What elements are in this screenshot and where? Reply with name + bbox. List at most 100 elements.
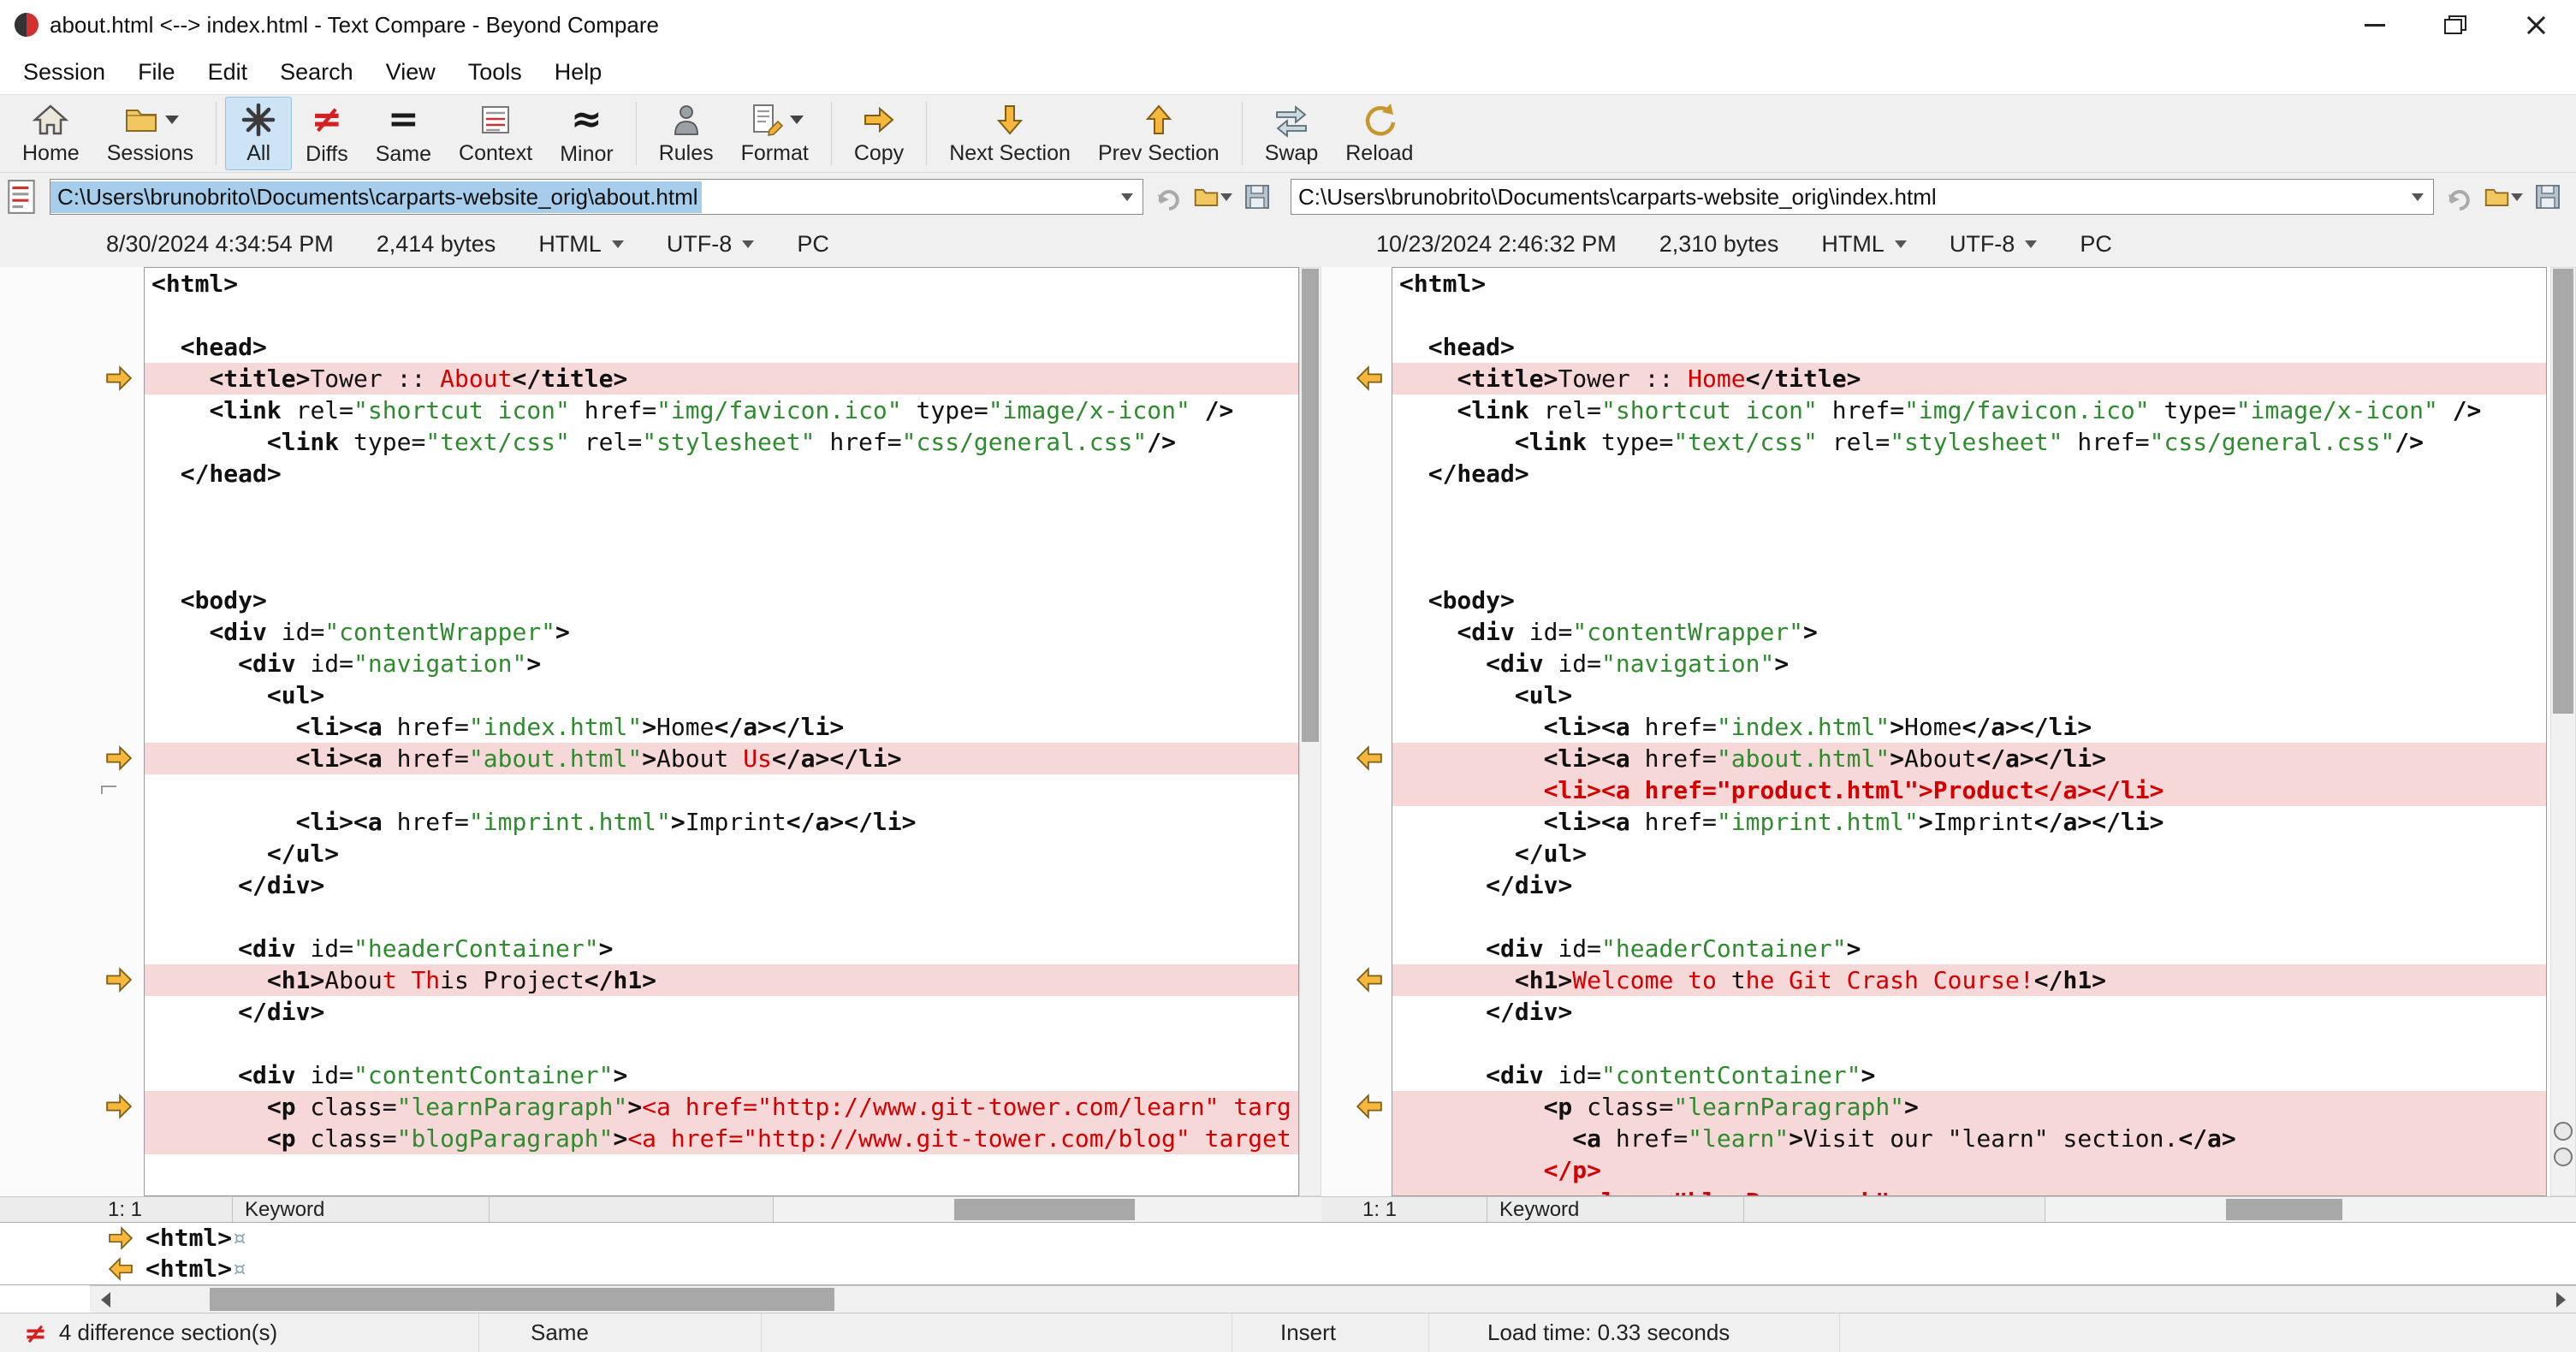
scroll-align-icon[interactable] bbox=[2554, 1147, 2573, 1166]
right-gutter-row-4[interactable] bbox=[1347, 362, 1392, 394]
left-gutter-row-23[interactable] bbox=[94, 964, 144, 995]
left-gutter-row-16[interactable] bbox=[94, 742, 144, 774]
right-code-line-30[interactable]: <p class="blogParagraph"> bbox=[1392, 1186, 2546, 1195]
left-save-icon[interactable] bbox=[1238, 177, 1277, 216]
left-revert-icon[interactable] bbox=[1149, 177, 1188, 216]
left-code-line-6[interactable]: <link type="text/css" rel="stylesheet" h… bbox=[145, 426, 1298, 458]
toolbar-swap[interactable]: Swap bbox=[1251, 97, 1333, 170]
menu-tools[interactable]: Tools bbox=[452, 50, 538, 94]
scroll-left-button[interactable] bbox=[90, 1286, 121, 1313]
right-code-line-13[interactable]: <div id="navigation"> bbox=[1392, 648, 2546, 679]
toolbar-next-section[interactable]: Next Section bbox=[935, 97, 1084, 170]
left-code-line-14[interactable]: <ul> bbox=[145, 679, 1298, 711]
right-vscrollbar[interactable] bbox=[2550, 267, 2576, 1196]
left-code-line-3[interactable]: <head> bbox=[145, 331, 1298, 363]
right-path-dropdown-icon[interactable] bbox=[2402, 180, 2433, 214]
right-code-line-27[interactable]: <p class="learnParagraph"> bbox=[1392, 1091, 2546, 1123]
right-vscroll-thumb[interactable] bbox=[2553, 269, 2573, 715]
left-code-line-13[interactable]: <div id="navigation"> bbox=[145, 648, 1298, 679]
right-code-line-20[interactable]: </div> bbox=[1392, 869, 2546, 901]
left-code-line-24[interactable]: </div> bbox=[145, 996, 1298, 1028]
menu-search[interactable]: Search bbox=[264, 50, 370, 94]
left-code-line-26[interactable]: <div id="contentContainer"> bbox=[145, 1059, 1298, 1091]
left-code-line-17[interactable] bbox=[145, 774, 1298, 806]
right-code-line-2[interactable] bbox=[1392, 299, 2546, 331]
right-code-line-14[interactable]: <ul> bbox=[1392, 679, 2546, 711]
left-format-select[interactable]: HTML bbox=[538, 231, 624, 258]
left-vscrollbar[interactable] bbox=[1299, 267, 1321, 1196]
right-code-line-16[interactable]: <li><a href="about.html">About</a></li> bbox=[1392, 743, 2546, 774]
left-hscroll-thumb[interactable] bbox=[954, 1199, 1136, 1220]
left-code-line-12[interactable]: <div id="contentWrapper"> bbox=[145, 616, 1298, 648]
right-code-line-23[interactable]: <h1>Welcome to the Git Crash Course!</h1… bbox=[1392, 964, 2546, 996]
toolbar-diffs[interactable]: ≠ Diffs bbox=[292, 97, 362, 170]
menu-file[interactable]: File bbox=[122, 50, 192, 94]
left-code-line-9[interactable] bbox=[145, 521, 1298, 553]
toolbar-format[interactable]: Format bbox=[727, 97, 822, 170]
menu-session[interactable]: Session bbox=[7, 50, 122, 94]
left-code-line-18[interactable]: <li><a href="imprint.html">Imprint</a></… bbox=[145, 806, 1298, 838]
right-code-line-17[interactable]: <li><a href="product.html">Product</a></… bbox=[1392, 774, 2546, 806]
left-gutter-row-27[interactable] bbox=[94, 1090, 144, 1122]
left-hscrollbar[interactable] bbox=[774, 1197, 1321, 1222]
toolbar-prev-section[interactable]: Prev Section bbox=[1084, 97, 1233, 170]
right-gutter-row-16[interactable] bbox=[1347, 742, 1392, 774]
right-code-line-10[interactable] bbox=[1392, 553, 2546, 584]
right-code-line-15[interactable]: <li><a href="index.html">Home</a></li> bbox=[1392, 711, 2546, 743]
left-code-line-2[interactable] bbox=[145, 299, 1298, 331]
right-code-line-12[interactable]: <div id="contentWrapper"> bbox=[1392, 616, 2546, 648]
right-save-icon[interactable] bbox=[2528, 177, 2567, 216]
left-code-line-28[interactable]: <p class="blogParagraph"><a href="http:/… bbox=[145, 1123, 1298, 1154]
right-code-line-7[interactable]: </head> bbox=[1392, 458, 2546, 489]
right-code-line-5[interactable]: <link rel="shortcut icon" href="img/favi… bbox=[1392, 394, 2546, 426]
right-code-line-25[interactable] bbox=[1392, 1028, 2546, 1059]
toolbar-home[interactable]: Home bbox=[9, 97, 93, 170]
bottom-hscroll-thumb[interactable] bbox=[210, 1288, 834, 1311]
restore-button[interactable] bbox=[2415, 0, 2496, 50]
right-code-line-6[interactable]: <link type="text/css" rel="stylesheet" h… bbox=[1392, 426, 2546, 458]
left-code-line-15[interactable]: <li><a href="index.html">Home</a></li> bbox=[145, 711, 1298, 743]
left-code-line-4[interactable]: <title>Tower :: About</title> bbox=[145, 363, 1298, 394]
right-code[interactable]: <html> <head> <title>Tower :: Home</titl… bbox=[1392, 267, 2547, 1196]
toolbar-copy[interactable]: Copy bbox=[840, 97, 917, 170]
left-code-line-19[interactable]: </ul> bbox=[145, 838, 1298, 869]
left-code-line-10[interactable] bbox=[145, 553, 1298, 584]
toolbar-reload[interactable]: Reload bbox=[1332, 97, 1427, 170]
right-code-line-19[interactable]: </ul> bbox=[1392, 838, 2546, 869]
right-gutter-row-27[interactable] bbox=[1347, 1090, 1392, 1122]
right-code-line-28[interactable]: <a href="learn">Visit our "learn" sectio… bbox=[1392, 1123, 2546, 1154]
left-code-line-27[interactable]: <p class="learnParagraph"><a href="http:… bbox=[145, 1091, 1298, 1123]
right-code-line-1[interactable]: <html> bbox=[1392, 268, 2546, 299]
right-hscrollbar[interactable] bbox=[2045, 1197, 2576, 1222]
left-code-line-8[interactable] bbox=[145, 489, 1298, 521]
scroll-right-button[interactable] bbox=[2545, 1286, 2576, 1313]
right-code-line-26[interactable]: <div id="contentContainer"> bbox=[1392, 1059, 2546, 1091]
bottom-hscrollbar[interactable] bbox=[90, 1285, 2576, 1313]
right-encoding-select[interactable]: UTF-8 bbox=[1950, 231, 2038, 258]
dropdown-caret-icon[interactable] bbox=[789, 116, 804, 124]
toolbar-sessions[interactable]: Sessions bbox=[93, 97, 207, 170]
left-code-line-23[interactable]: <h1>About This Project</h1> bbox=[145, 964, 1298, 996]
left-code-line-11[interactable]: <body> bbox=[145, 584, 1298, 616]
left-gutter-row-4[interactable] bbox=[94, 362, 144, 394]
right-format-select[interactable]: HTML bbox=[1821, 231, 1907, 258]
left-browse-caret-icon[interactable] bbox=[1220, 193, 1232, 201]
right-path-input[interactable]: C:\Users\brunobrito\Documents\carparts-w… bbox=[1291, 179, 2434, 215]
left-code[interactable]: <html> <head> <title>Tower :: About</tit… bbox=[144, 267, 1299, 1196]
left-browse-folder-icon[interactable] bbox=[1193, 177, 1232, 216]
right-code-line-11[interactable]: <body> bbox=[1392, 584, 2546, 616]
right-hscroll-thumb[interactable] bbox=[2225, 1199, 2343, 1220]
dropdown-caret-icon[interactable] bbox=[164, 116, 179, 124]
left-code-line-16[interactable]: <li><a href="about.html">About Us</a></l… bbox=[145, 743, 1298, 774]
right-code-line-8[interactable] bbox=[1392, 489, 2546, 521]
toolbar-context[interactable]: Context bbox=[445, 97, 546, 170]
menu-view[interactable]: View bbox=[370, 50, 452, 94]
left-code-line-5[interactable]: <link rel="shortcut icon" href="img/favi… bbox=[145, 394, 1298, 426]
left-path-dropdown-icon[interactable] bbox=[1112, 180, 1143, 214]
left-vscroll-thumb[interactable] bbox=[1302, 269, 1319, 742]
close-button[interactable] bbox=[2496, 0, 2576, 50]
right-revert-icon[interactable] bbox=[2439, 177, 2478, 216]
right-browse-folder-icon[interactable] bbox=[2484, 177, 2523, 216]
toolbar-minor[interactable]: ≈ Minor bbox=[546, 97, 627, 170]
menu-edit[interactable]: Edit bbox=[192, 50, 264, 94]
